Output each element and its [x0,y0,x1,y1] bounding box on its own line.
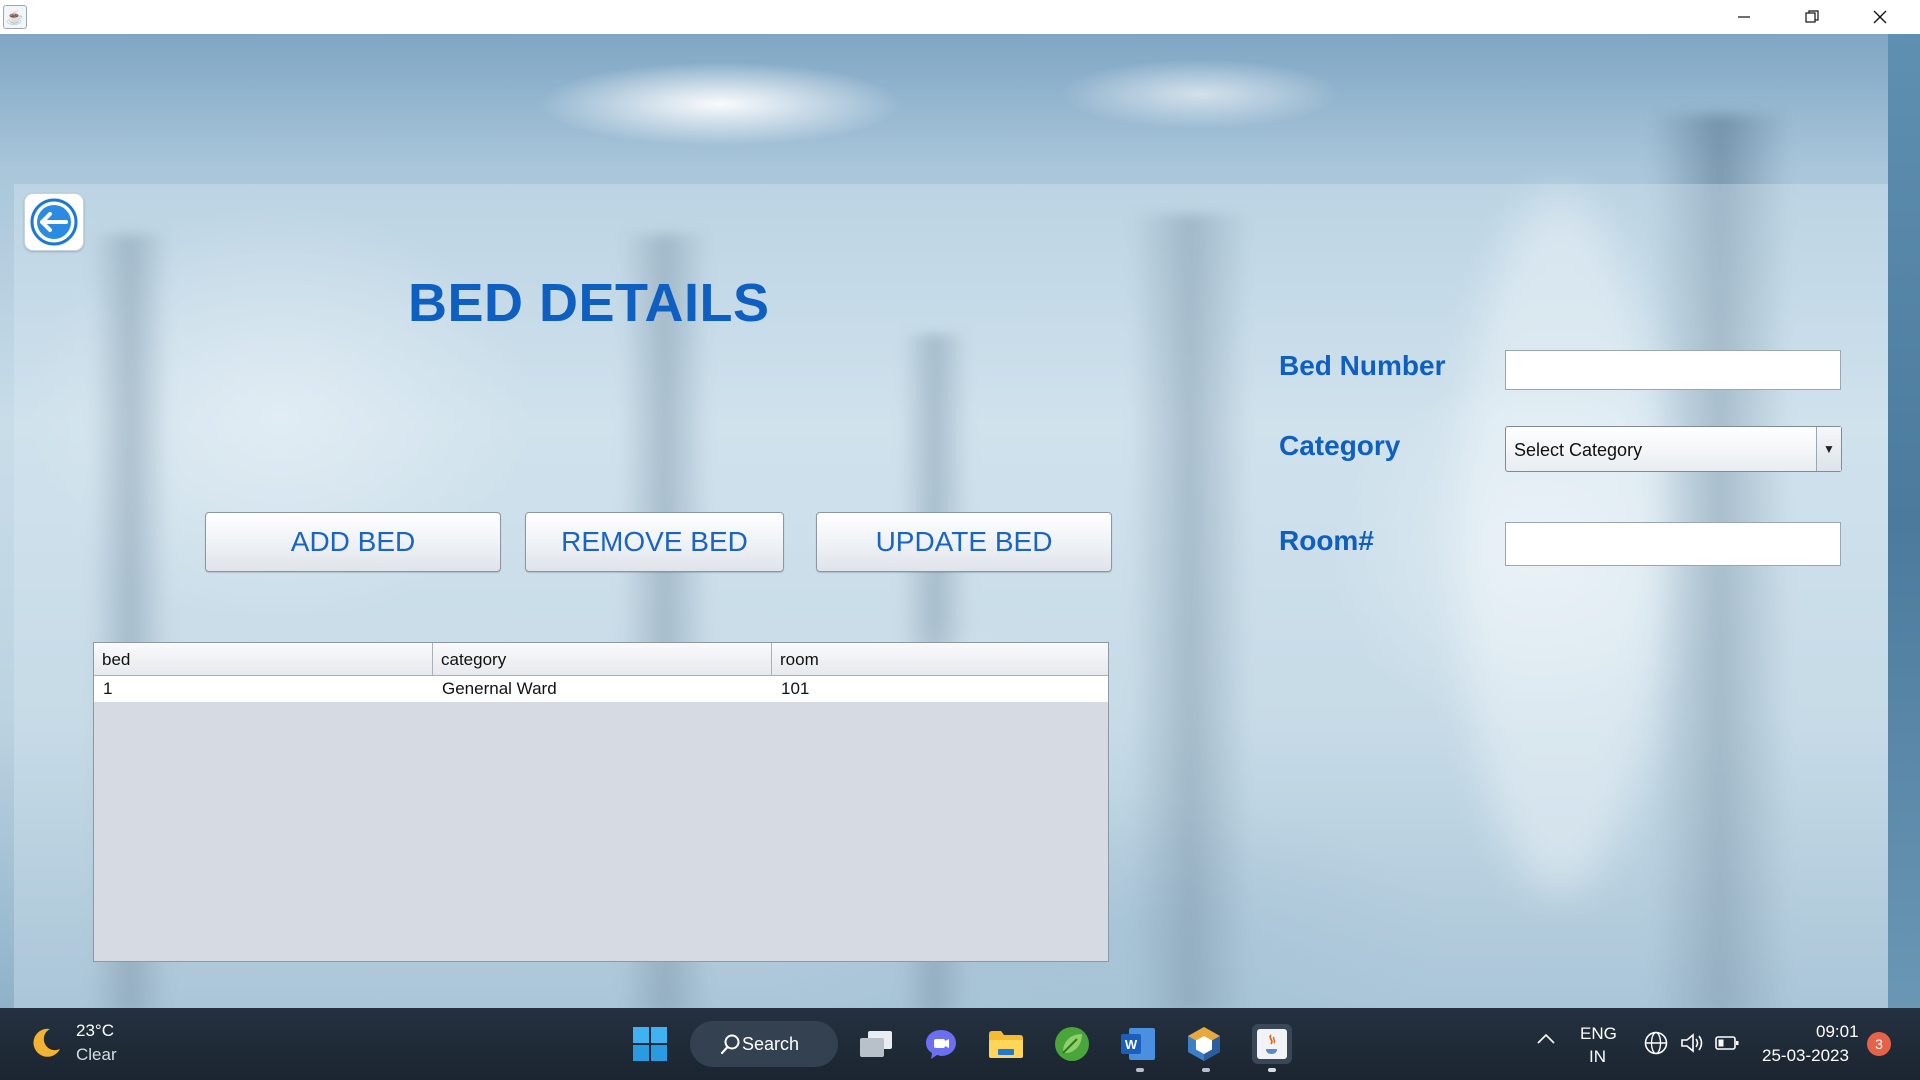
category-label: Category [1279,430,1401,461]
taskbar-search[interactable]: Search [690,1021,838,1067]
netbeans-button[interactable] [1184,1024,1224,1064]
chevron-up-icon[interactable] [1536,1032,1556,1046]
beds-table[interactable]: bed category room 1 Genernal Ward 101 [93,642,1109,962]
running-indicator [1202,1068,1210,1072]
dropdown-arrow-icon[interactable]: ▼ [1816,427,1841,471]
background-edge [1888,34,1920,1008]
battery-icon[interactable] [1714,1030,1740,1056]
word-icon: W [1121,1028,1155,1060]
close-icon [1873,10,1887,24]
notification-badge[interactable]: 3 [1867,1032,1891,1056]
category-selected-value: Select Category [1514,440,1643,460]
java-app-button[interactable] [1252,1024,1292,1064]
minimize-button[interactable] [1710,0,1778,34]
table-body: 1 Genernal Ward 101 [94,676,1108,702]
task-view-icon [860,1031,892,1057]
volume-icon[interactable] [1679,1030,1705,1056]
window-title-bar: ☕ [0,0,1920,35]
file-explorer-button[interactable] [986,1024,1026,1064]
cell-room: 101 [781,679,810,698]
java-icon [1257,1029,1287,1059]
java-app-icon: ☕ [3,5,27,29]
language-indicator[interactable]: ENG [1580,1024,1617,1044]
update-bed-button[interactable]: UPDATE BED [816,512,1112,572]
task-view-button[interactable] [856,1024,896,1064]
table-header: bed category room [94,643,1108,676]
clock-date[interactable]: 25-03-2023 [1762,1046,1849,1066]
category-select[interactable]: Select Category ▼ [1505,426,1842,472]
restore-button[interactable] [1778,0,1846,34]
keyboard-layout-indicator[interactable]: IN [1589,1047,1606,1067]
spring-leaf-icon [1055,1027,1089,1061]
page-title: BED DETAILS [408,273,770,333]
moon-icon[interactable] [28,1025,64,1061]
windows-start-icon [633,1027,667,1061]
add-bed-button[interactable]: ADD BED [205,512,501,572]
cell-category: Genernal Ward [442,679,557,698]
word-button[interactable]: W [1118,1024,1158,1064]
restore-icon [1805,10,1819,23]
spring-tool-button[interactable] [1052,1024,1092,1064]
bed-number-input[interactable] [1505,350,1841,390]
running-indicator [1268,1068,1276,1072]
minimize-icon [1738,16,1750,18]
teams-chat-button[interactable] [921,1024,961,1064]
back-arrow-icon [30,198,78,246]
bed-number-label: Bed Number [1279,350,1446,381]
taskbar: 23°C Clear Search W ENG IN 09:01 25-03-2… [0,1008,1920,1080]
weather-temperature[interactable]: 23°C [76,1021,114,1041]
chat-icon [926,1030,956,1059]
room-input[interactable] [1505,522,1841,566]
back-button[interactable] [24,193,84,251]
search-label: Search [742,1033,800,1054]
running-indicator [1136,1068,1144,1072]
folder-icon [989,1031,1023,1058]
search-icon [720,1034,740,1055]
weather-condition[interactable]: Clear [76,1045,117,1065]
table-row[interactable]: 1 Genernal Ward 101 [94,676,1108,702]
netbeans-cube-icon [1188,1027,1220,1061]
start-button[interactable] [630,1024,670,1064]
cell-bed: 1 [103,679,113,698]
clock-time[interactable]: 09:01 [1816,1022,1859,1042]
close-button[interactable] [1846,0,1914,34]
svg-text:W: W [1125,1037,1138,1052]
column-header-room[interactable]: room [772,643,1108,675]
column-header-category[interactable]: category [433,643,772,675]
globe-network-icon[interactable] [1643,1030,1669,1056]
remove-bed-button[interactable]: REMOVE BED [525,512,784,572]
room-label: Room# [1279,525,1374,556]
column-header-bed[interactable]: bed [94,643,433,675]
